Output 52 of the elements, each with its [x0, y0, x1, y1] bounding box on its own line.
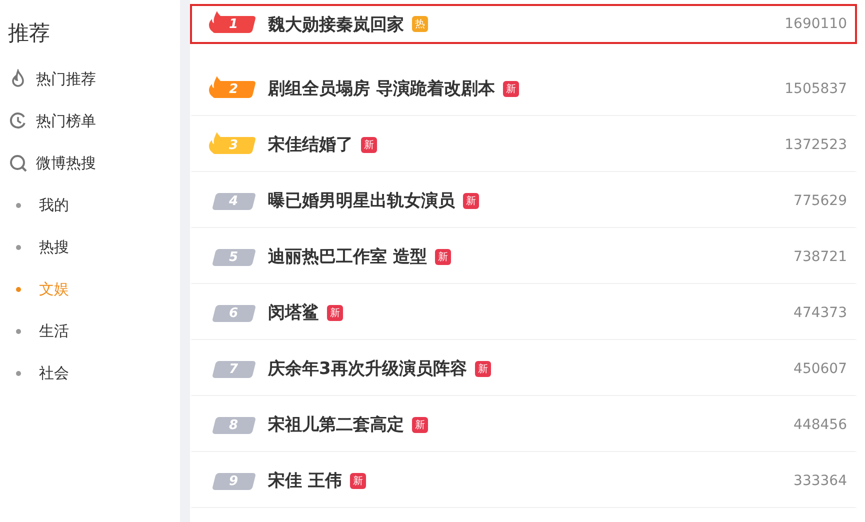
trend-row[interactable]: 9 宋佳 王伟 新 333364: [190, 452, 857, 508]
clock-icon: [8, 111, 28, 131]
search-icon: [8, 153, 28, 173]
heat-count: 333364: [794, 472, 847, 488]
trend-title: 闵塔鲨: [268, 302, 319, 324]
heat-count: 474373: [794, 304, 847, 320]
trend-tag: 新: [412, 416, 428, 432]
rank-badge: 7: [212, 360, 256, 378]
rank-badge: 5: [212, 248, 256, 266]
trend-tag: 新: [502, 80, 519, 96]
trend-tag: 新: [434, 248, 451, 264]
sidebar-item[interactable]: 热门推荐: [36, 70, 96, 88]
sidebar-item[interactable]: 微博热搜: [36, 154, 96, 172]
trend-tag: 新: [463, 192, 479, 208]
trend-title: 庆余年3再次升级演员阵容: [268, 358, 467, 380]
trend-row[interactable]: 1 魏大勋接秦岚回家 热 1690110: [190, 4, 857, 44]
trend-row[interactable]: 6 闵塔鲨 新 474373: [190, 284, 857, 340]
trend-row[interactable]: 4 曝已婚男明星出轨女演员 新 775629: [190, 172, 857, 228]
trend-row[interactable]: 7 庆余年3再次升级演员阵容 新 450607: [190, 340, 857, 396]
trend-title: 宋佳结婚了: [268, 134, 353, 156]
trend-title: 魏大勋接秦岚回家: [268, 14, 404, 36]
trend-tag: 新: [361, 136, 377, 152]
trend-tag: 新: [350, 472, 366, 488]
trend-row[interactable]: 5 迪丽热巴工作室 造型 新 738721: [190, 228, 857, 284]
sidebar-item[interactable]: 我的: [39, 196, 69, 214]
trend-title: 宋祖儿第二套高定: [268, 414, 404, 436]
trend-row[interactable]: 3 宋佳结婚了 新 1372523: [190, 116, 857, 172]
heat-count: 775629: [794, 192, 847, 208]
rank-badge: 6: [212, 304, 256, 322]
heat-count: 1690110: [784, 16, 847, 32]
sidebar-item[interactable]: 热门榜单: [36, 112, 96, 130]
rank-badge: 8: [212, 416, 256, 434]
rank-badge: 4: [212, 192, 256, 210]
heat-count: 448456: [794, 416, 847, 432]
sidebar-item[interactable]: 社会: [39, 364, 69, 382]
sidebar-item[interactable]: 生活: [39, 322, 69, 340]
trend-tag: 热: [412, 16, 428, 32]
rank-badge: 9: [212, 472, 256, 490]
sidebar-item[interactable]: 热搜: [39, 238, 69, 256]
trend-row[interactable]: 8 宋祖儿第二套高定 新 448456: [190, 396, 857, 452]
trend-title: 剧组全员塌房 导演跪着改剧本: [268, 78, 495, 100]
trend-row[interactable]: 2 剧组全员塌房 导演跪着改剧本 新 1505837: [190, 60, 857, 116]
heat-count: 1372523: [784, 136, 847, 152]
trend-title: 宋佳 王伟: [268, 470, 342, 492]
trend-tag: 新: [474, 360, 491, 376]
heat-count: 1505837: [784, 80, 847, 96]
heat-count: 450607: [794, 360, 847, 376]
trend-tag: 新: [327, 304, 343, 320]
trend-title: 迪丽热巴工作室 造型: [268, 246, 427, 268]
trend-title: 曝已婚男明星出轨女演员: [268, 190, 455, 212]
sidebar-title: 推荐: [8, 20, 51, 47]
heat-count: 738721: [794, 248, 847, 264]
